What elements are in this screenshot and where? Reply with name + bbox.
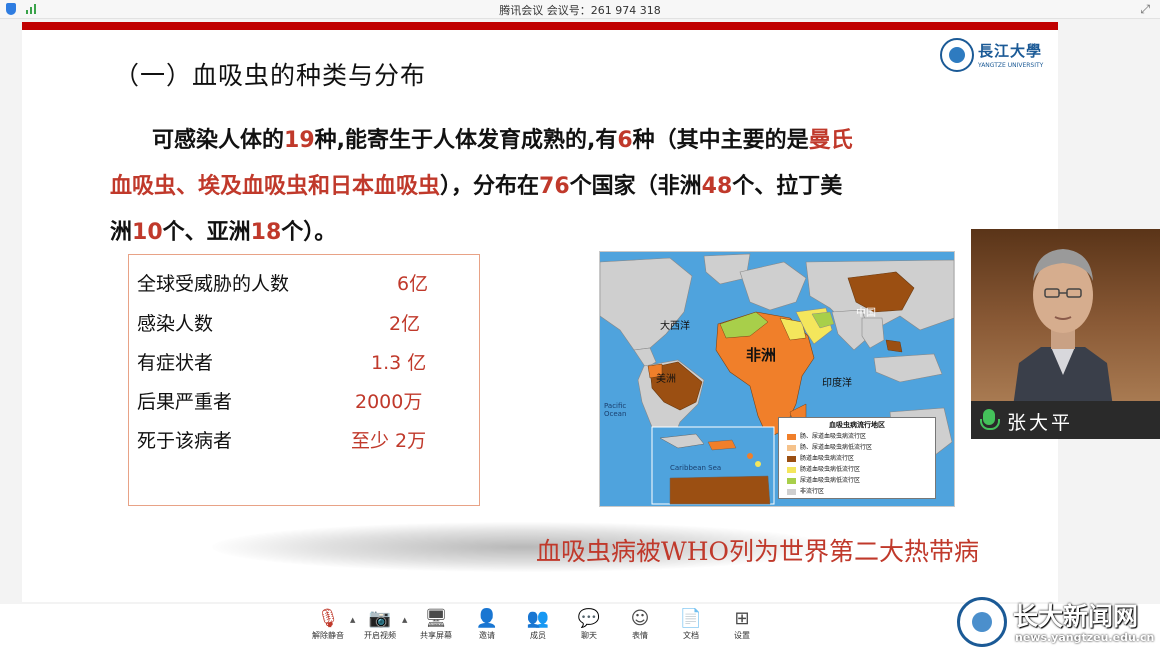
document-icon: 📄 bbox=[679, 608, 703, 629]
highlighted-text: 6 bbox=[617, 128, 633, 153]
paragraph-line-3: 洲10个、亚洲18个）。 bbox=[110, 210, 1000, 256]
window-titlebar: 腾讯会议 会议号：261 974 318 ⤢ bbox=[0, 0, 1160, 19]
map-legend: 血吸虫病流行地区 肠、尿道血吸虫病流行区 肠、尿道血吸虫病低流行区 肠道血吸虫病… bbox=[778, 417, 936, 499]
invite-user-icon: 👤 bbox=[475, 608, 499, 629]
map-label-americas: 美洲 bbox=[656, 374, 676, 385]
invite-button[interactable]: 👤 邀请 bbox=[465, 608, 509, 648]
members-icon: 👥 bbox=[526, 608, 550, 629]
microphone-muted-icon: 🎙 bbox=[316, 608, 340, 629]
video-options-caret-icon[interactable]: ▲ bbox=[402, 616, 407, 624]
microphone-active-icon bbox=[980, 409, 1000, 430]
paragraph-text: 个、拉丁美 bbox=[732, 174, 843, 199]
legend-swatch bbox=[787, 466, 796, 473]
stat-value: 1.3 亿 bbox=[371, 352, 427, 374]
members-button[interactable]: 👥 成员 bbox=[516, 608, 560, 648]
paragraph-text: 个国家（非洲 bbox=[569, 174, 702, 199]
highlighted-text: 48 bbox=[701, 174, 733, 199]
stat-value: 2亿 bbox=[389, 313, 421, 335]
stat-label: 后果严重者 bbox=[137, 391, 233, 413]
legend-swatch bbox=[787, 455, 796, 462]
shared-slide: （一）血吸虫的种类与分布 長江大學 YANGTZE UNIVERSITY 可感染… bbox=[22, 22, 1058, 602]
stat-label: 有症状者 bbox=[137, 352, 214, 374]
map-label-indian-ocean: 印度洋 bbox=[822, 378, 852, 389]
paragraph-line-1: 可感染人体的19种,能寄生于人体发育成熟的,有6种（其中主要的是曼氏 bbox=[110, 118, 1000, 164]
university-emblem-icon bbox=[940, 38, 974, 72]
legend-item: 非流行区 bbox=[787, 486, 824, 495]
window-title: 腾讯会议 会议号：261 974 318 bbox=[499, 4, 661, 17]
camera-off-icon: 📷 bbox=[368, 608, 392, 629]
legend-item: 肠、尿道血吸虫病流行区 bbox=[787, 431, 866, 440]
stat-value: 2000万 bbox=[355, 391, 423, 413]
emoji-button[interactable]: ☺ 表情 bbox=[618, 608, 662, 648]
map-label-africa: 非洲 bbox=[746, 346, 777, 364]
university-logo: 長江大學 YANGTZE UNIVERSITY bbox=[940, 38, 1046, 74]
schistosomiasis-distribution-map: 大西洋 非洲 中国 美洲 印度洋 Pacific Ocean Caribbean… bbox=[599, 251, 955, 507]
unmute-button[interactable]: 🎙 解除静音 bbox=[306, 608, 350, 648]
highlighted-text: 血吸虫、埃及血吸虫和日本血吸虫 bbox=[110, 174, 441, 199]
highlighted-text: 18 bbox=[250, 220, 282, 245]
highlighted-text: 曼氏 bbox=[808, 128, 853, 153]
map-label-china: 中国 bbox=[856, 308, 876, 319]
university-seal-icon bbox=[957, 597, 1007, 647]
paragraph-text: 种（其中主要的是 bbox=[632, 128, 809, 153]
slide-header-bar bbox=[22, 22, 1058, 30]
speaker-name-tag: 张大平 bbox=[971, 401, 1160, 439]
legend-swatch bbox=[787, 433, 796, 440]
paragraph-text: 种,能寄生于人体发育成熟的,有 bbox=[314, 128, 618, 153]
paragraph-text: 个、亚洲 bbox=[162, 220, 251, 245]
legend-item: 肠、尿道血吸虫病低流行区 bbox=[787, 442, 872, 451]
map-label-caribbean: Caribbean Sea bbox=[670, 464, 722, 472]
legend-swatch bbox=[787, 488, 796, 495]
map-label-pacific: Pacific Ocean bbox=[604, 402, 627, 418]
share-screen-button[interactable]: 🖥 共享屏幕 bbox=[414, 608, 458, 648]
logo-english-name: YANGTZE UNIVERSITY bbox=[978, 62, 1044, 69]
stat-label: 死于该病者 bbox=[137, 430, 233, 452]
highlighted-text: 76 bbox=[539, 174, 570, 199]
stat-label: 全球受威胁的人数 bbox=[137, 273, 290, 295]
settings-grid-icon: ⊞ bbox=[734, 608, 750, 629]
documents-button[interactable]: 📄 文档 bbox=[669, 608, 713, 648]
legend-swatch bbox=[787, 444, 796, 451]
highlighted-text: 19 bbox=[284, 128, 315, 153]
paragraph-text: 个）。 bbox=[281, 220, 337, 245]
emoji-icon: ☺ bbox=[630, 608, 650, 629]
logo-chinese-name: 長江大學 bbox=[978, 42, 1043, 60]
chat-icon: 💬 bbox=[577, 608, 601, 629]
statistics-box: 全球受威胁的人数 6亿 感染人数 2亿 有症状者 1.3 亿 后果严重者 200… bbox=[128, 254, 480, 506]
watermark-url: news.yangtzeu.edu.cn bbox=[1015, 631, 1155, 644]
paragraph-line-2: 血吸虫、埃及血吸虫和日本血吸虫），分布在76个国家（非洲48个、拉丁美 bbox=[110, 164, 1000, 210]
stat-label: 感染人数 bbox=[137, 313, 214, 335]
speaker-name: 张大平 bbox=[1007, 412, 1074, 434]
slide-title: （一）血吸虫的种类与分布 bbox=[114, 61, 427, 90]
legend-item: 肠道血吸虫病流行区 bbox=[787, 453, 854, 462]
legend-item: 肠道血吸虫病低流行区 bbox=[787, 464, 860, 473]
paragraph-text: 洲 bbox=[110, 220, 133, 245]
chat-button[interactable]: 💬 聊天 bbox=[567, 608, 611, 648]
legend-item: 尿道血吸虫病低流行区 bbox=[787, 475, 860, 484]
audio-options-caret-icon[interactable]: ▲ bbox=[350, 616, 355, 624]
watermark-title: 长大新闻网 bbox=[1013, 602, 1139, 631]
highlighted-text: 10 bbox=[132, 220, 163, 245]
share-screen-icon: 🖥 bbox=[424, 608, 448, 629]
speaker-video-tile[interactable]: 张大平 bbox=[971, 229, 1160, 439]
settings-button[interactable]: ⊞ 设置 bbox=[720, 608, 764, 648]
legend-swatch bbox=[787, 477, 796, 484]
who-statement: 血吸虫病被WHO列为世界第二大热带病 bbox=[536, 537, 979, 566]
intro-paragraph: 可感染人体的19种,能寄生于人体发育成熟的,有6种（其中主要的是曼氏 血吸虫、埃… bbox=[110, 118, 1000, 256]
legend-title: 血吸虫病流行地区 bbox=[829, 421, 885, 429]
paragraph-text: 可感染人体的 bbox=[152, 128, 285, 153]
stat-value: 至少 2万 bbox=[351, 430, 427, 452]
paragraph-text: ），分布在 bbox=[440, 174, 540, 199]
stat-value: 6亿 bbox=[397, 273, 429, 295]
map-label-atlantic: 大西洋 bbox=[660, 321, 690, 332]
news-watermark: 长大新闻网 news.yangtzeu.edu.cn bbox=[955, 597, 1160, 651]
start-video-button[interactable]: 📷 开启视频 bbox=[358, 608, 402, 648]
fullscreen-icon[interactable]: ⤢ bbox=[1140, 2, 1150, 17]
speaker-avatar bbox=[1013, 249, 1113, 407]
